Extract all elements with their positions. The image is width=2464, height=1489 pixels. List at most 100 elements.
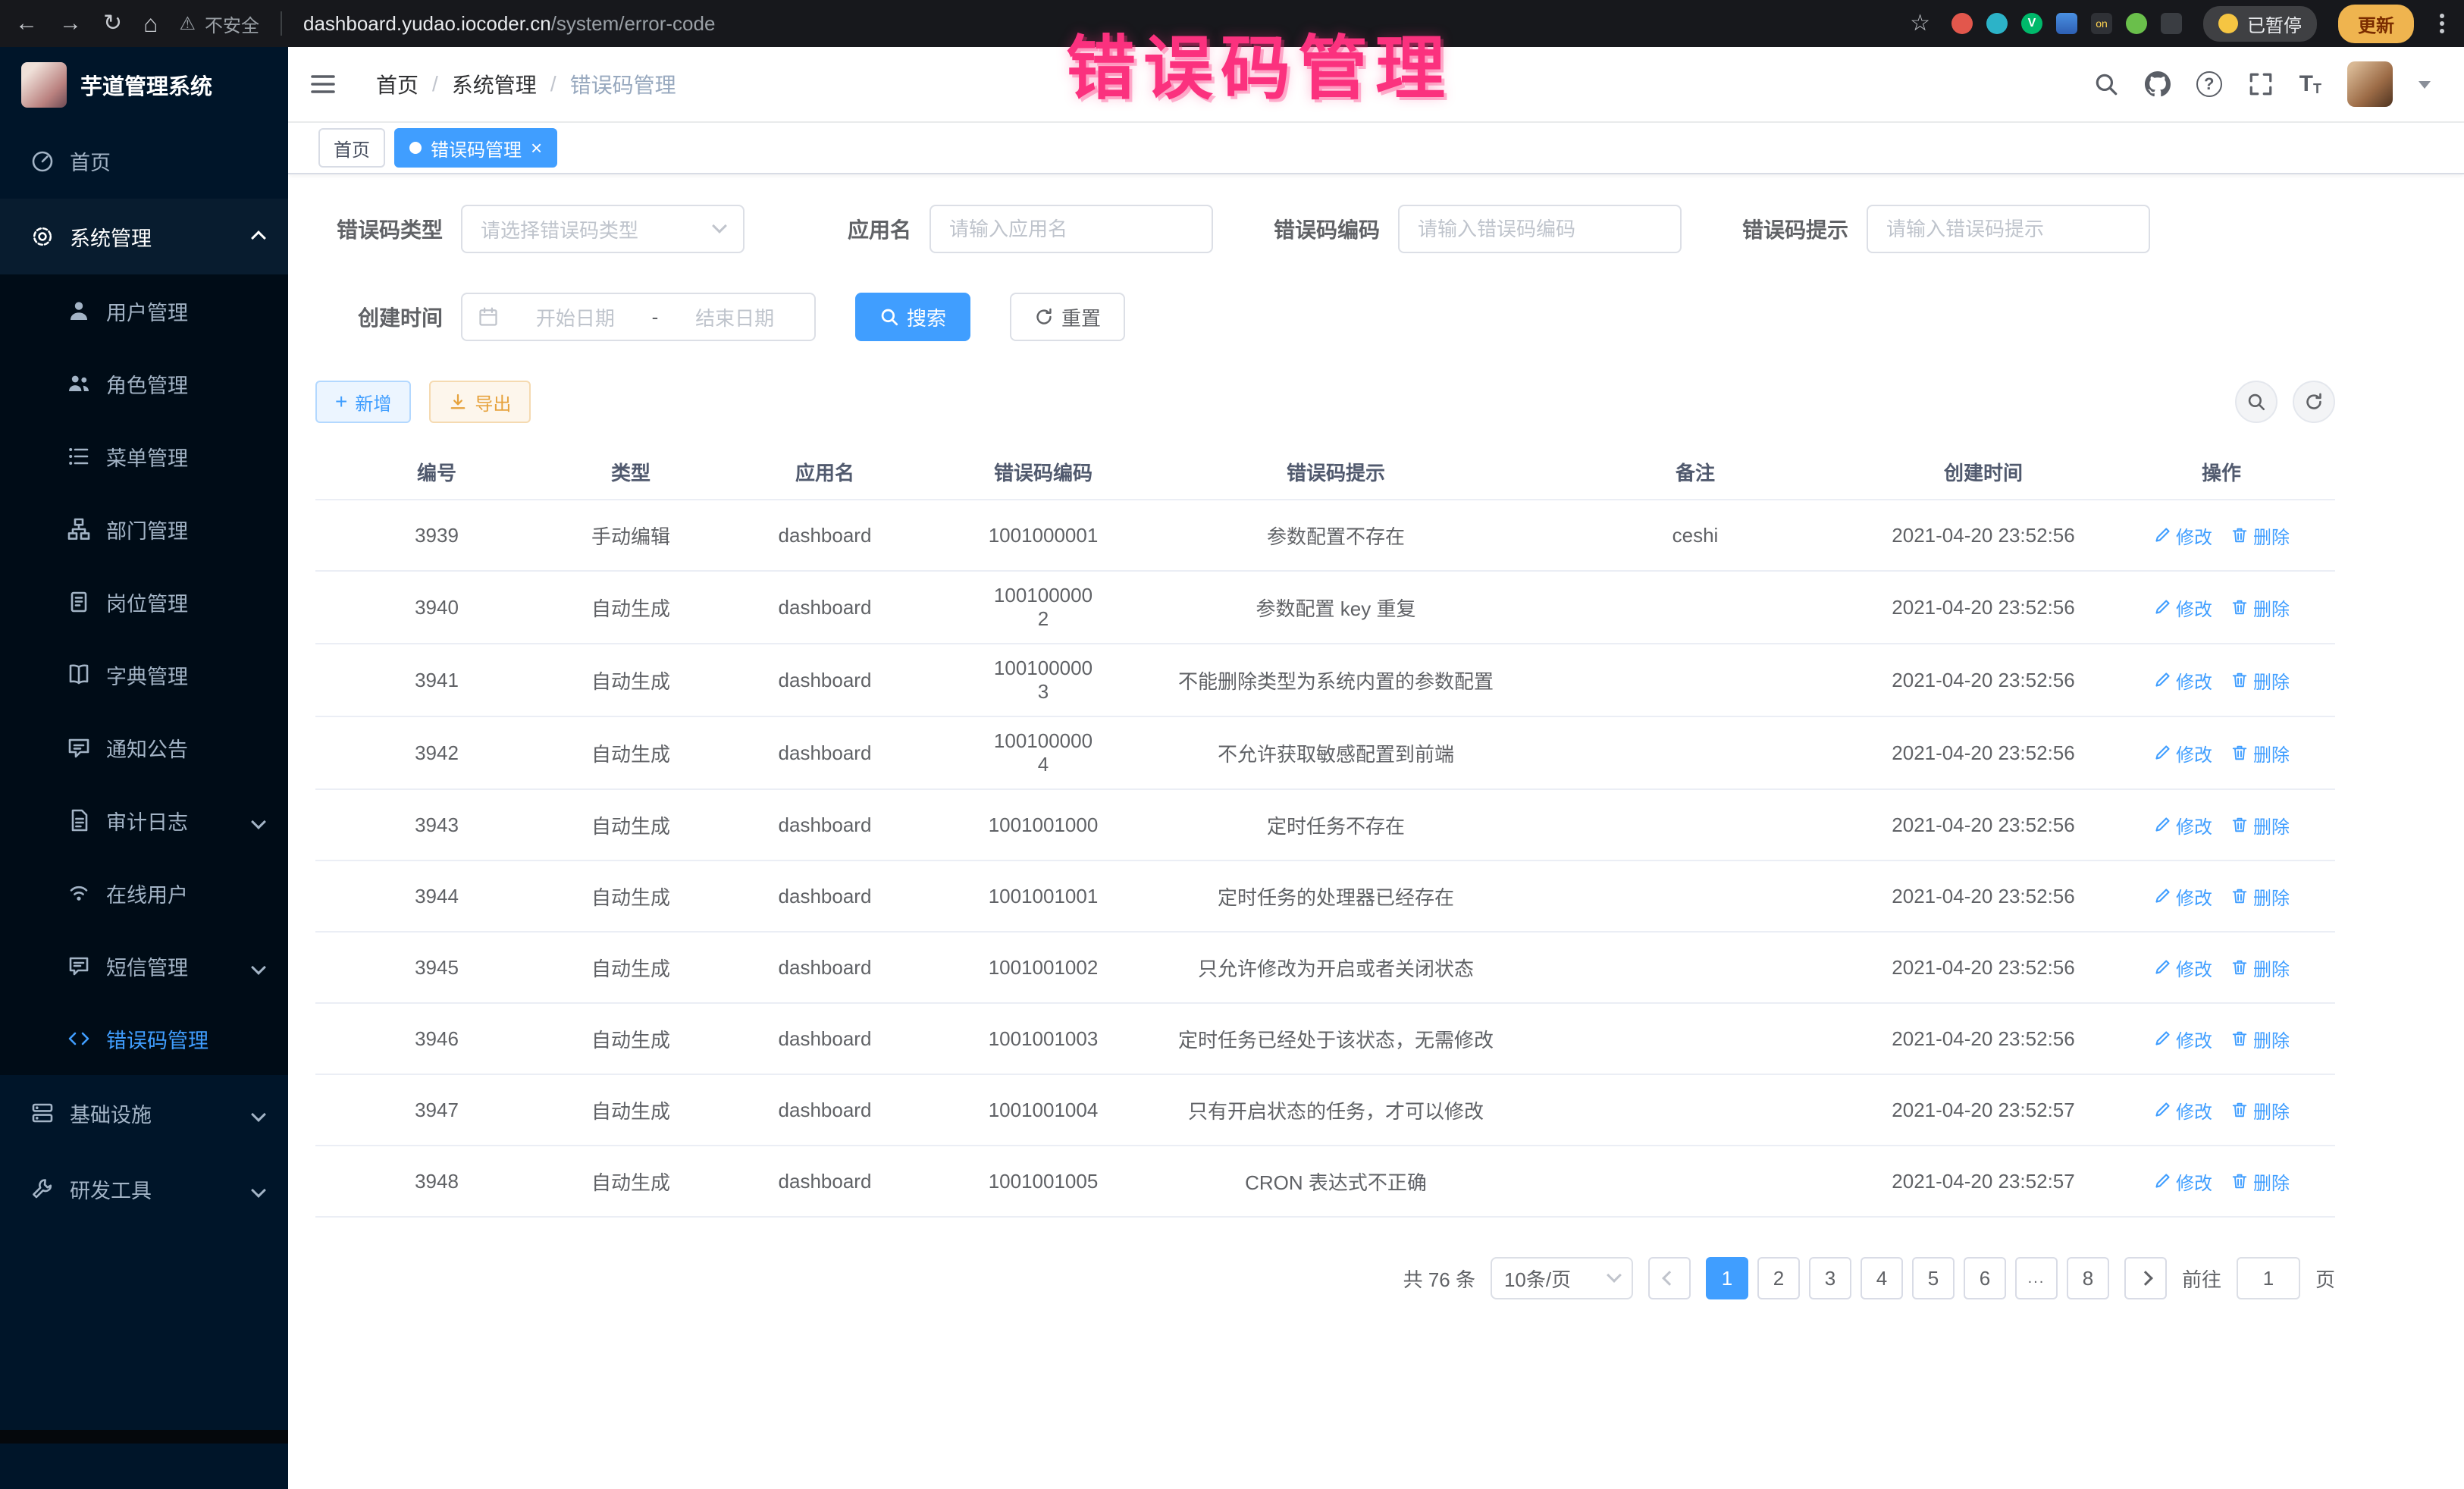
browser-home-icon[interactable]: [143, 11, 158, 36]
error-hint-input[interactable]: [1867, 205, 2150, 253]
delete-link[interactable]: 删除: [2230, 667, 2290, 694]
delete-link-label: 删除: [2253, 1026, 2290, 1052]
address-bar[interactable]: dashboard.yudao.iocoder.cn/system/error-…: [303, 12, 715, 36]
avatar-caret-icon[interactable]: [2419, 81, 2431, 95]
goto-page-input[interactable]: [2237, 1257, 2300, 1299]
delete-link[interactable]: 删除: [2230, 594, 2290, 621]
table-row: 3947 自动生成 dashboard 1001001004 只有开启状态的任务…: [315, 1075, 2335, 1146]
page-button-1[interactable]: 1: [1706, 1257, 1748, 1299]
edit-link[interactable]: 修改: [2153, 594, 2212, 621]
cell-id: 3946: [315, 1004, 558, 1074]
toggle-search-button[interactable]: [2235, 381, 2277, 423]
edit-link[interactable]: 修改: [2153, 955, 2212, 981]
page-button-3[interactable]: 3: [1809, 1257, 1851, 1299]
extension-icon[interactable]: [2126, 13, 2147, 34]
error-type-select[interactable]: 请选择错误码类型: [461, 205, 745, 253]
help-icon[interactable]: [2196, 71, 2222, 97]
error-code-input[interactable]: [1398, 205, 1682, 253]
github-icon[interactable]: [2145, 71, 2171, 97]
page-button-4[interactable]: 4: [1861, 1257, 1903, 1299]
extensions-puzzle-icon[interactable]: [2161, 13, 2182, 34]
search-icon[interactable]: [2093, 71, 2119, 97]
edit-link-label: 修改: [2176, 883, 2212, 910]
code-icon: [67, 1027, 91, 1051]
edit-link[interactable]: 修改: [2153, 740, 2212, 766]
tab-error-code[interactable]: 错误码管理: [394, 128, 557, 168]
bookmark-star-icon[interactable]: [1910, 12, 1930, 35]
extension-icon[interactable]: [2056, 13, 2077, 34]
cell-id: 3944: [315, 861, 558, 931]
sidebar-item-notice[interactable]: 通知公告: [0, 711, 288, 784]
create-time-range-picker[interactable]: 开始日期 - 结束日期: [461, 293, 816, 341]
extension-icon[interactable]: [1986, 13, 2008, 34]
delete-link[interactable]: 删除: [2230, 812, 2290, 839]
add-button[interactable]: 新增: [315, 381, 411, 423]
page-button-5[interactable]: 5: [1912, 1257, 1955, 1299]
sidebar-item-error-code[interactable]: 错误码管理: [0, 1002, 288, 1075]
page-button-2[interactable]: 2: [1757, 1257, 1800, 1299]
delete-link[interactable]: 删除: [2230, 740, 2290, 766]
edit-link-label: 修改: [2176, 955, 2212, 981]
tools-icon: [30, 1177, 55, 1201]
reset-button[interactable]: 重置: [1010, 293, 1125, 341]
prev-page-button[interactable]: [1648, 1257, 1691, 1299]
breadcrumb-home[interactable]: 首页: [376, 69, 419, 99]
extension-icon[interactable]: [1951, 13, 1973, 34]
breadcrumb-system[interactable]: 系统管理: [452, 69, 537, 99]
font-size-icon[interactable]: [2299, 71, 2321, 97]
browser-menu-icon[interactable]: [2440, 21, 2444, 26]
delete-link[interactable]: 删除: [2230, 955, 2290, 981]
delete-link[interactable]: 删除: [2230, 883, 2290, 910]
browser-forward-icon[interactable]: [59, 12, 82, 35]
sidebar-item-dev-tools[interactable]: 研发工具: [0, 1151, 288, 1227]
security-indicator[interactable]: 不安全: [179, 11, 259, 37]
page-button-6[interactable]: 6: [1964, 1257, 2006, 1299]
paused-badge[interactable]: 已暂停: [2203, 6, 2317, 42]
browser-update-button[interactable]: 更新: [2338, 5, 2414, 43]
edit-link[interactable]: 修改: [2153, 522, 2212, 549]
export-button[interactable]: 导出: [429, 381, 531, 423]
next-page-button[interactable]: [2124, 1257, 2167, 1299]
delete-link[interactable]: 删除: [2230, 1026, 2290, 1052]
app-logo[interactable]: 芋道管理系统: [0, 47, 288, 123]
users-icon: [67, 371, 91, 396]
sidebar-item-online-users[interactable]: 在线用户: [0, 857, 288, 929]
sidebar-item-infrastructure[interactable]: 基础设施: [0, 1075, 288, 1151]
delete-link[interactable]: 删除: [2230, 522, 2290, 549]
fullscreen-icon[interactable]: [2248, 71, 2274, 97]
edit-link[interactable]: 修改: [2153, 1097, 2212, 1124]
refresh-table-button[interactable]: [2293, 381, 2335, 423]
user-avatar[interactable]: [2347, 61, 2393, 107]
delete-link[interactable]: 删除: [2230, 1097, 2290, 1124]
page-button-8[interactable]: 8: [2067, 1257, 2109, 1299]
delete-link[interactable]: 删除: [2230, 1168, 2290, 1195]
column-header-time: 创建时间: [1859, 444, 2108, 499]
sidebar-item-dictionary[interactable]: 字典管理: [0, 638, 288, 711]
sidebar-item-departments[interactable]: 部门管理: [0, 493, 288, 566]
extension-icon[interactable]: [2091, 13, 2112, 34]
search-button[interactable]: 搜索: [855, 293, 970, 341]
export-button-label: 导出: [475, 389, 511, 415]
sidebar-item-roles[interactable]: 角色管理: [0, 347, 288, 420]
extension-icon[interactable]: [2021, 13, 2042, 34]
tab-home[interactable]: 首页: [318, 128, 385, 168]
close-icon[interactable]: [531, 138, 542, 158]
edit-link[interactable]: 修改: [2153, 883, 2212, 910]
edit-link[interactable]: 修改: [2153, 1026, 2212, 1052]
sidebar-item-system[interactable]: 系统管理: [0, 199, 288, 274]
app-name-input[interactable]: [929, 205, 1213, 253]
sidebar-item-home[interactable]: 首页: [0, 123, 288, 199]
sidebar-item-menus[interactable]: 菜单管理: [0, 420, 288, 493]
edit-link[interactable]: 修改: [2153, 667, 2212, 694]
page-size-select[interactable]: 10条/页: [1491, 1257, 1633, 1299]
page-ellipsis[interactable]: ...: [2015, 1257, 2058, 1299]
edit-link[interactable]: 修改: [2153, 1168, 2212, 1195]
browser-back-icon[interactable]: [15, 12, 38, 35]
hamburger-icon[interactable]: [309, 72, 337, 96]
browser-reload-icon[interactable]: [103, 12, 122, 35]
edit-link[interactable]: 修改: [2153, 812, 2212, 839]
sidebar-item-posts[interactable]: 岗位管理: [0, 566, 288, 638]
sidebar-item-audit-log[interactable]: 审计日志: [0, 784, 288, 857]
sidebar-item-sms[interactable]: 短信管理: [0, 929, 288, 1002]
sidebar-item-users[interactable]: 用户管理: [0, 274, 288, 347]
